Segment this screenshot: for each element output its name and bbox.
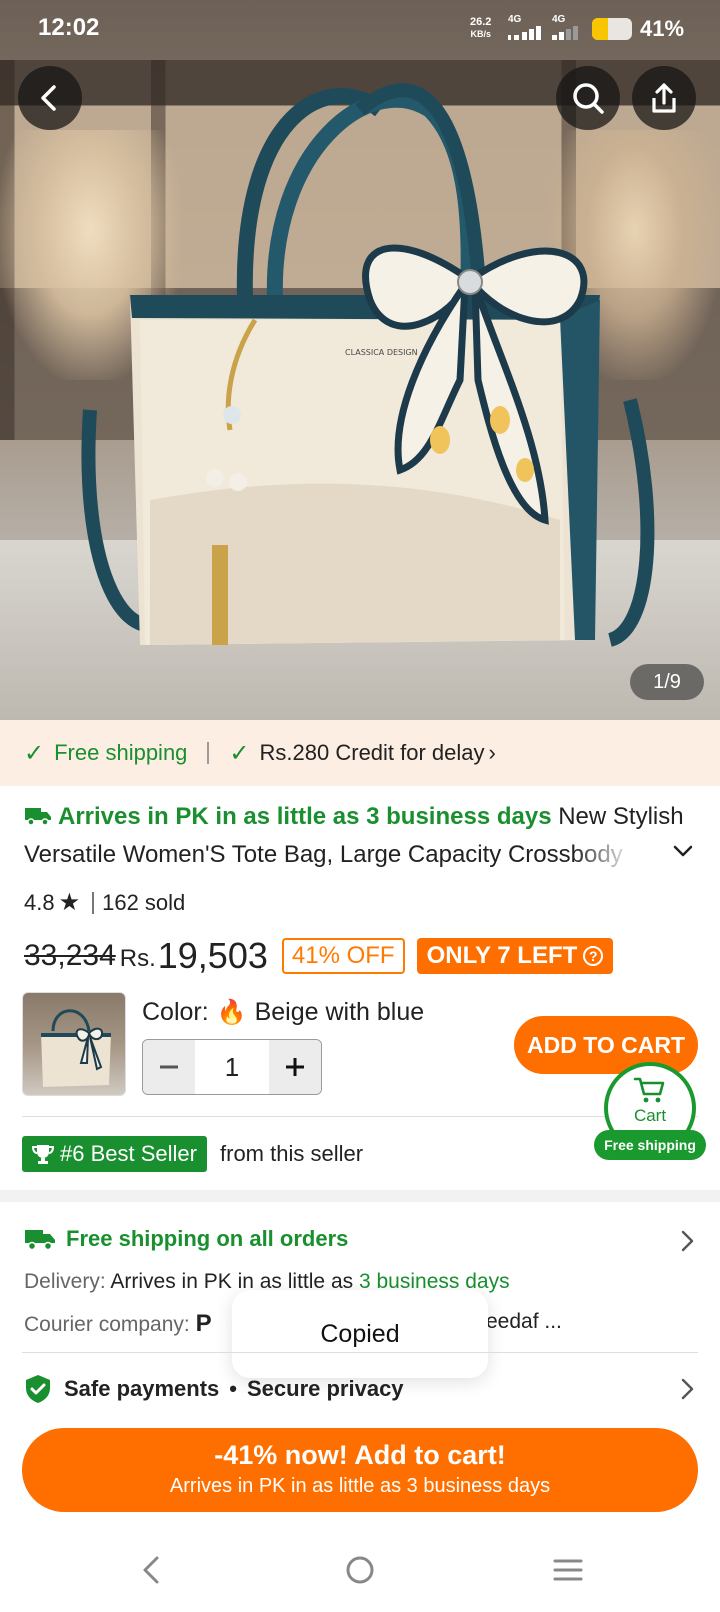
shipping-banner[interactable]: ✓ Free shipping ✓ Rs.280 Credit for dela… — [0, 720, 720, 786]
share-button[interactable] — [632, 66, 696, 130]
variant-thumbnail[interactable] — [22, 992, 126, 1096]
rating-value: 4.8 — [24, 889, 55, 915]
best-seller-label: #6 Best Seller — [60, 1141, 197, 1166]
sim1-label: 4G — [508, 14, 522, 25]
original-price: 33,234 — [24, 939, 116, 972]
courier-tail: eedaf ... — [486, 1310, 562, 1333]
title-text-part1: New Stylish — [558, 803, 684, 830]
nav-home-button[interactable] — [335, 1548, 385, 1592]
color-label: Color: — [142, 998, 209, 1026]
bag-logo-text: CLASSICA DESIGN — [345, 348, 418, 357]
battery-percent: 41% — [640, 16, 685, 41]
nav-home-icon — [346, 1556, 374, 1584]
increase-quantity-button[interactable] — [269, 1040, 321, 1094]
free-shipping-all-orders[interactable]: Free shipping on all orders — [24, 1226, 348, 1252]
search-button[interactable] — [556, 66, 620, 130]
product-title[interactable]: Arrives in PK in as little as 3 business… — [24, 798, 696, 874]
divider — [207, 742, 210, 764]
nav-menu-button[interactable] — [543, 1548, 593, 1592]
best-seller-badge[interactable]: #6 Best Seller — [22, 1136, 207, 1172]
flame-icon: 🔥 — [216, 999, 247, 1026]
section-gap — [0, 1190, 720, 1202]
delay-credit-label: Rs.280 Credit for delay — [259, 740, 485, 765]
cart-label: Cart — [633, 1106, 667, 1125]
stock-label: ONLY 7 LEFT — [426, 942, 578, 969]
chevron-right-icon[interactable] — [680, 1376, 696, 1402]
star-icon: ★ — [58, 889, 81, 916]
bag-thumbnail-image — [41, 1009, 111, 1087]
quantity-stepper: 1 — [142, 1039, 322, 1095]
decrease-quantity-button[interactable] — [143, 1040, 195, 1094]
free-shipping-label: Free shipping — [54, 740, 188, 765]
best-seller-note: from this seller — [220, 1141, 364, 1166]
shield-check-icon — [26, 1375, 50, 1403]
trophy-icon — [32, 1145, 54, 1164]
network-speed-unit: KB/s — [470, 29, 491, 39]
stock-badge[interactable]: ONLY 7 LEFT ? — [416, 938, 614, 974]
courier-key: Courier company: — [24, 1313, 190, 1336]
check-icon: ✓ — [24, 739, 45, 767]
courier-info: Courier company: P eedaf ... — [24, 1310, 562, 1338]
signal-bars-icon — [508, 26, 541, 40]
network-speed: 26.2 KB/s — [470, 16, 491, 40]
status-bar: 12:02 26.2 KB/s 4G 4G 41% — [0, 0, 720, 58]
currency-symbol: Rs. — [119, 945, 156, 972]
secure-privacy-label: Secure privacy — [247, 1376, 404, 1401]
minus-icon — [160, 1065, 178, 1069]
cart-icon — [633, 1077, 665, 1103]
arrival-estimate: Arrives in PK in as little as 3 business… — [58, 803, 552, 830]
back-button[interactable] — [18, 66, 82, 130]
bullet-separator: • — [229, 1376, 237, 1401]
sold-count: 162 sold — [102, 889, 186, 915]
price-row: 33,234 Rs. 19,503 41% OFF ONLY 7 LEFT ? — [24, 930, 614, 982]
delivery-truck-icon — [25, 1230, 55, 1251]
divider — [22, 1116, 698, 1117]
question-icon: ? — [583, 946, 604, 966]
check-icon: ✓ — [229, 739, 250, 767]
cta-headline: -41% now! Add to cart! — [214, 1440, 506, 1470]
delivery-key: Delivery: — [24, 1270, 106, 1293]
title-text-part2: Versatile Women'S Tote Bag, Large Capaci… — [24, 841, 623, 868]
add-to-cart-button[interactable]: ADD TO CART — [514, 1016, 698, 1074]
rating-row[interactable]: 4.8 ★ 162 sold — [24, 888, 185, 917]
divider — [22, 1352, 698, 1353]
color-value: Beige with blue — [254, 998, 425, 1026]
free-shipping-all-label: Free shipping on all orders — [66, 1226, 349, 1251]
product-image-carousel[interactable]: CLASSICA DESIGN 12:02 26.2 KB/s 4G 4G 41… — [0, 0, 720, 720]
add-to-cart-cta-button[interactable]: -41% now! Add to cart! Arrives in PK in … — [22, 1428, 698, 1512]
battery-icon — [592, 18, 632, 40]
nav-back-button[interactable] — [126, 1548, 176, 1592]
nav-menu-icon — [553, 1559, 583, 1581]
cta-subline: Arrives in PK in as little as 3 business… — [169, 1475, 551, 1497]
image-counter: 1/9 — [630, 664, 704, 700]
network-speed-value: 26.2 — [470, 16, 492, 28]
chevron-right-icon[interactable] — [680, 1228, 696, 1254]
share-icon — [652, 83, 676, 113]
courier-value: P — [195, 1310, 212, 1337]
delivery-truck-icon — [25, 808, 51, 826]
search-icon — [573, 83, 604, 114]
cart-free-shipping-badge: Free shipping — [594, 1130, 706, 1160]
sim2-label: 4G — [552, 14, 566, 25]
color-selector[interactable]: Color: 🔥 Beige with blue — [142, 998, 424, 1027]
status-time: 12:02 — [38, 14, 100, 41]
chevron-down-icon[interactable] — [670, 838, 696, 864]
nav-back-icon — [143, 1556, 159, 1584]
safe-payments-label: Safe payments — [64, 1376, 220, 1401]
sale-price: 19,503 — [157, 935, 268, 976]
signal-bars-sim2-icon — [552, 26, 578, 40]
chevron-left-icon — [41, 85, 56, 111]
safe-payments-row[interactable]: Safe payments • Secure privacy — [24, 1374, 404, 1404]
battery-fill — [592, 18, 609, 40]
chevron-right-icon: › — [488, 740, 496, 765]
plus-icon — [286, 1058, 304, 1076]
system-navigation-bar — [0, 1528, 720, 1612]
quantity-value[interactable]: 1 — [195, 1040, 269, 1094]
discount-badge: 41% OFF — [281, 938, 405, 974]
copied-toast: Copied — [232, 1290, 488, 1378]
divider — [92, 891, 95, 914]
